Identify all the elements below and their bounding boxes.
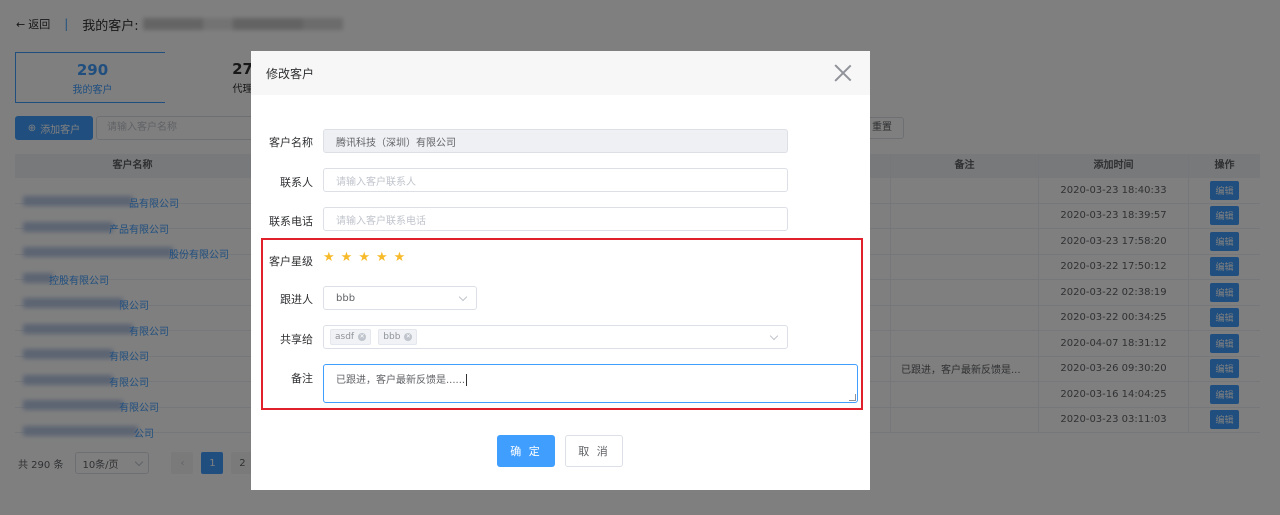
label-rating: 客户星级	[269, 255, 313, 268]
follower-value: bbb	[336, 292, 356, 304]
tag-remove-icon[interactable]: ✕	[404, 333, 413, 341]
label-share: 共享给	[280, 333, 313, 346]
star-icon[interactable]: ★	[394, 250, 406, 265]
star-icon[interactable]: ★	[341, 250, 353, 265]
chevron-down-icon	[769, 331, 779, 340]
customer-name-value: 腾讯科技（深圳）有限公司	[336, 137, 456, 149]
share-tag: bbb ✕	[378, 329, 418, 345]
follower-select[interactable]: bbb	[323, 286, 477, 310]
resize-grip[interactable]	[849, 394, 856, 401]
label-follower: 跟进人	[280, 293, 313, 306]
phone-placeholder: 请输入客户联系电话	[336, 215, 426, 227]
label-customer-name: 客户名称	[269, 136, 313, 149]
remark-value: 已跟进，客户最新反馈是......	[336, 375, 466, 386]
star-icon[interactable]: ★	[358, 250, 370, 265]
label-remark: 备注	[291, 372, 313, 385]
label-phone: 联系电话	[269, 215, 313, 228]
share-tag-label: bbb	[383, 332, 401, 342]
star-icon[interactable]: ★	[323, 250, 335, 265]
contact-placeholder: 请输入客户联系人	[336, 176, 416, 188]
tag-remove-icon[interactable]: ✕	[358, 333, 367, 341]
share-tags: asdf ✕ bbb ✕	[330, 329, 421, 345]
phone-field[interactable]: 请输入客户联系电话	[323, 207, 788, 231]
confirm-button[interactable]: 确 定	[497, 435, 555, 467]
star-icon[interactable]: ★	[376, 250, 388, 265]
text-caret	[466, 374, 468, 386]
label-contact: 联系人	[280, 176, 313, 189]
star-rating[interactable]: ★ ★ ★ ★ ★	[323, 250, 405, 265]
remark-textarea[interactable]: 已跟进，客户最新反馈是......	[323, 364, 858, 403]
close-icon[interactable]	[834, 64, 852, 82]
customer-name-field: 腾讯科技（深圳）有限公司	[323, 129, 788, 153]
edit-customer-dialog: 修改客户 客户名称 腾讯科技（深圳）有限公司 联系人 请输入客户联系人 联系电话…	[251, 51, 870, 490]
contact-field[interactable]: 请输入客户联系人	[323, 168, 788, 192]
dialog-header: 修改客户	[251, 51, 870, 95]
chevron-down-icon	[458, 292, 468, 301]
share-tag: asdf ✕	[330, 329, 372, 345]
cancel-button[interactable]: 取 消	[565, 435, 623, 467]
dialog-title: 修改客户	[266, 66, 315, 81]
share-multiselect[interactable]: asdf ✕ bbb ✕	[323, 325, 788, 349]
share-tag-label: asdf	[335, 332, 355, 342]
